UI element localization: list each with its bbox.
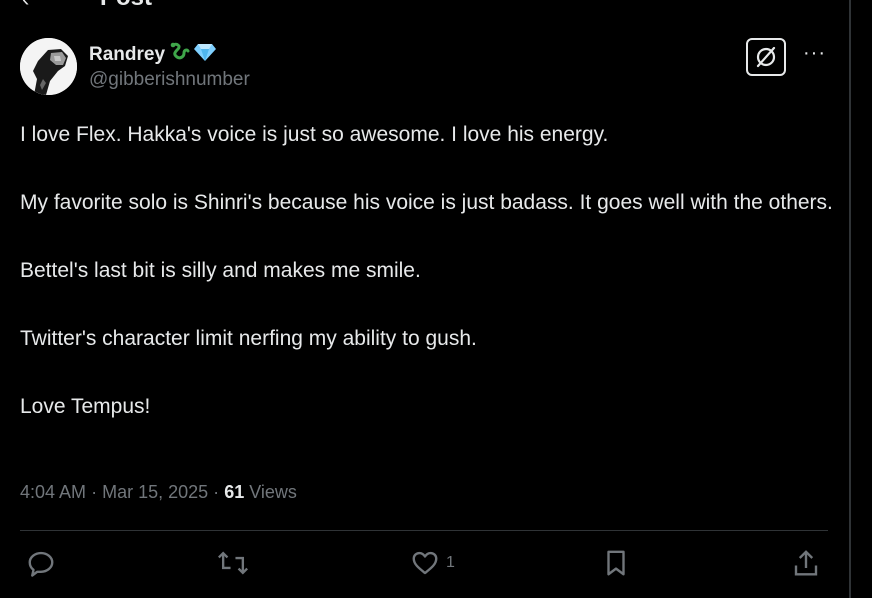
share-icon — [794, 550, 818, 576]
share-button[interactable] — [792, 548, 820, 578]
post-date[interactable]: Mar 15, 2025 — [102, 482, 208, 502]
like-button[interactable]: 1 — [410, 548, 455, 578]
reply-icon — [28, 551, 54, 577]
views-count: 61 — [224, 482, 245, 502]
grok-button[interactable] — [746, 38, 786, 76]
views-label: Views — [249, 482, 297, 502]
post-paragraph: My favorite solo is Shinri's because his… — [20, 191, 833, 214]
slashed-circle-icon — [756, 46, 776, 68]
more-options-button[interactable]: ··· — [803, 42, 826, 65]
bookmark-button[interactable] — [602, 548, 630, 578]
post-meta: 4:04 AM · Mar 15, 2025 · 61 Views — [20, 482, 297, 503]
author-name-row[interactable]: Randrey — [89, 41, 217, 69]
like-count: 1 — [446, 554, 455, 571]
snake-icon — [168, 41, 190, 69]
post-time[interactable]: 4:04 AM — [20, 482, 86, 502]
page-title: Post — [100, 0, 152, 12]
repost-icon — [218, 551, 248, 575]
bookmark-icon — [607, 550, 625, 576]
diamond-icon — [193, 41, 217, 69]
meta-separator: · — [213, 482, 220, 502]
avatar[interactable] — [20, 38, 77, 95]
repost-button[interactable] — [217, 548, 255, 578]
post-paragraph: Twitter's character limit nerfing my abi… — [20, 327, 477, 350]
divider — [20, 530, 828, 531]
author-name[interactable]: Randrey — [89, 44, 165, 66]
back-arrow-icon[interactable]: ‹ — [22, 0, 29, 12]
post-paragraph: I love Flex. Hakka's voice is just so aw… — [20, 123, 609, 146]
heart-icon — [412, 551, 438, 575]
reply-button[interactable] — [26, 548, 62, 578]
avatar-image — [20, 38, 77, 95]
author-handle[interactable]: @gibberishnumber — [89, 69, 250, 91]
meta-separator: · — [91, 482, 98, 502]
right-gutter — [851, 0, 872, 598]
post-header: ‹ Post — [0, 0, 849, 12]
post-paragraph: Bettel's last bit is silly and makes me … — [20, 259, 421, 282]
post-paragraph: Love Tempus! — [20, 395, 151, 418]
post-text: I love Flex. Hakka's voice is just so aw… — [20, 118, 835, 424]
